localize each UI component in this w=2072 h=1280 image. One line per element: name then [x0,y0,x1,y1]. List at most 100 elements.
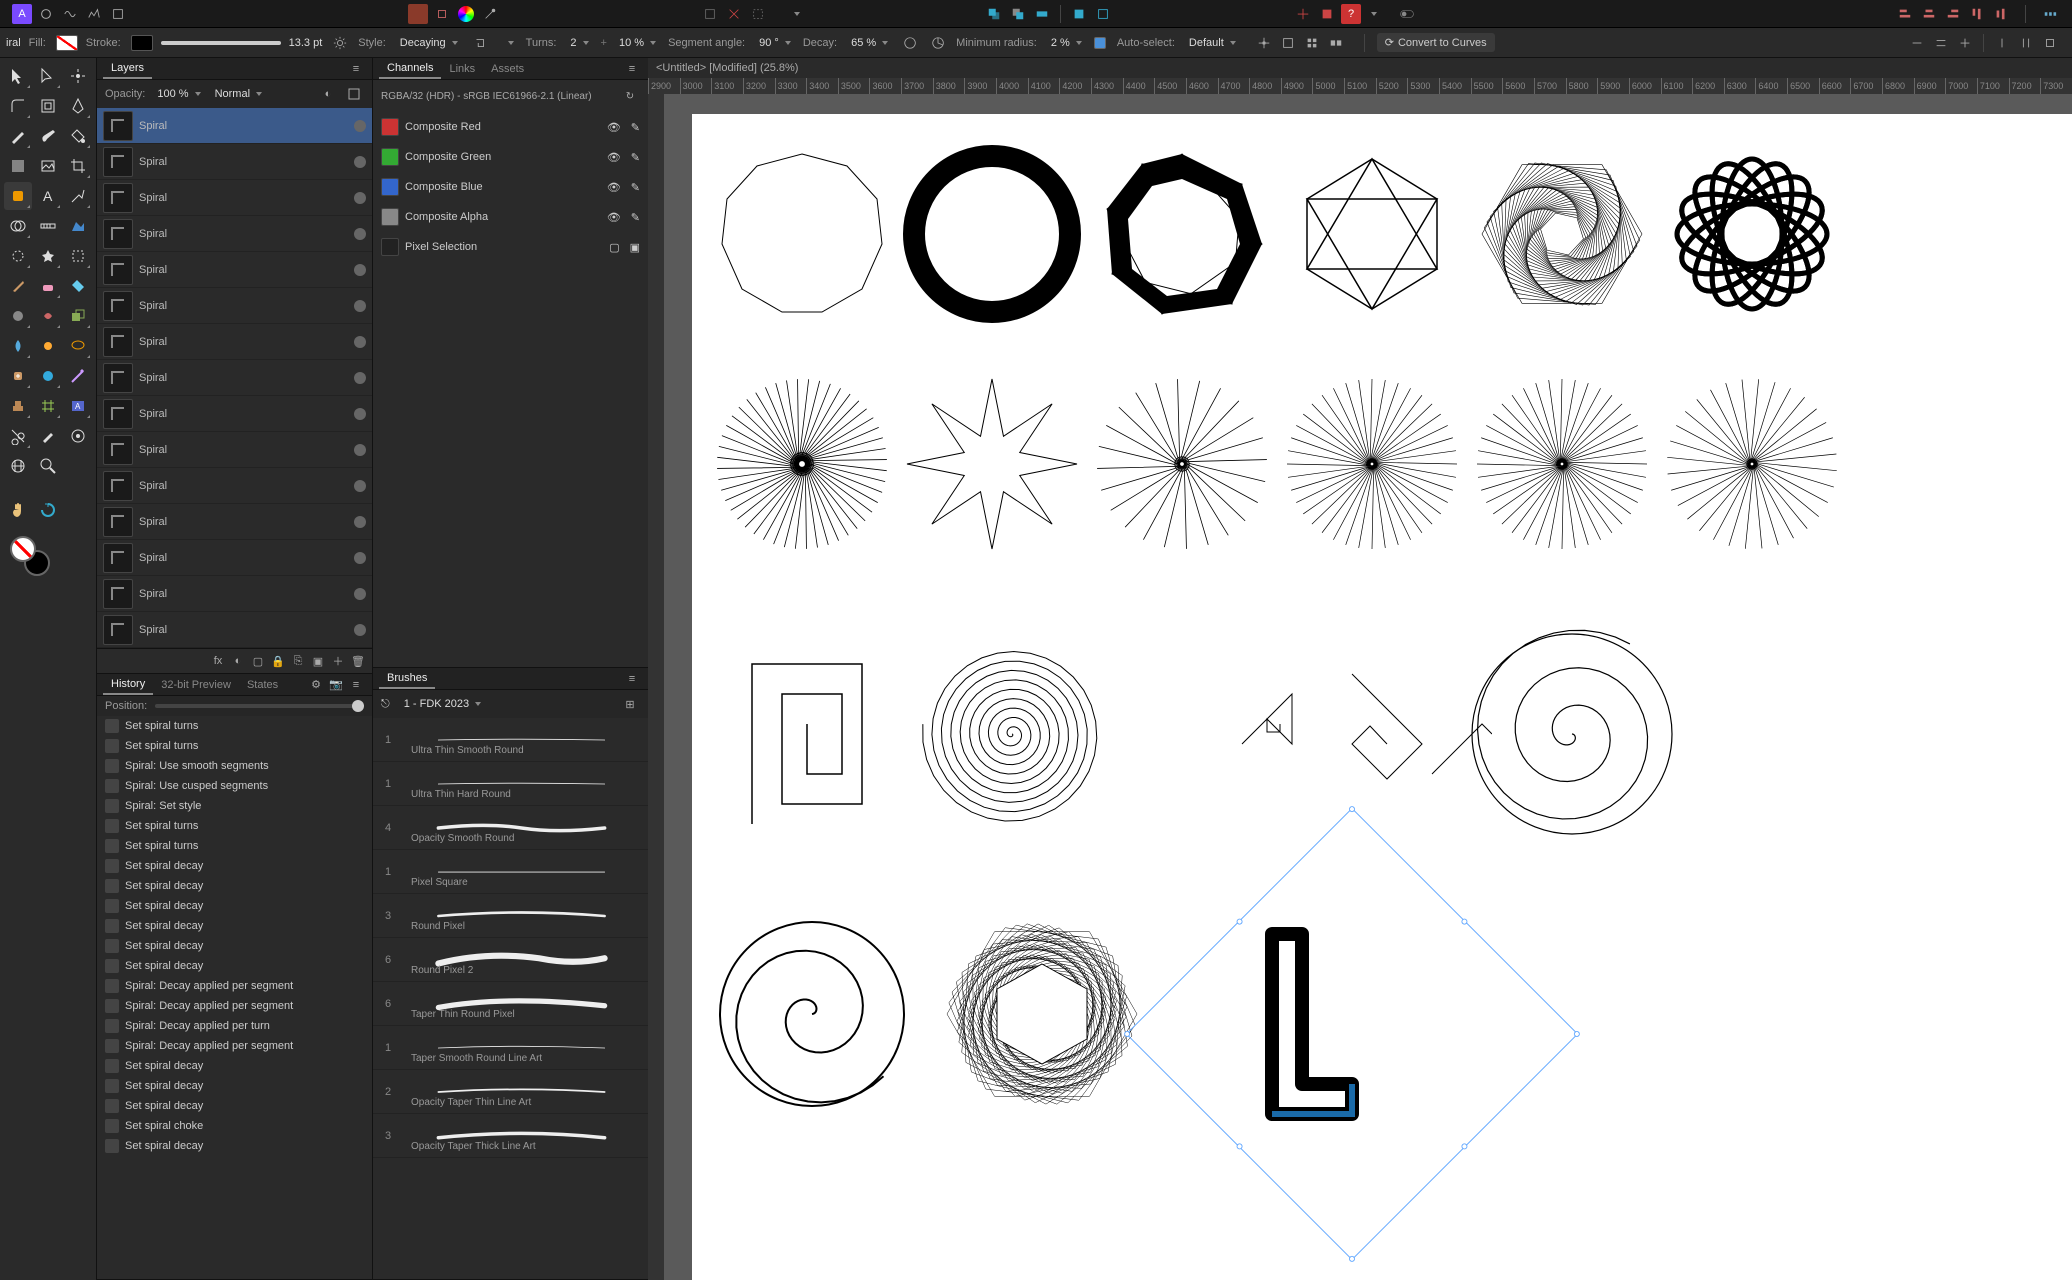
stroke-swatch[interactable] [131,35,153,51]
stroke-width[interactable]: 13.3 pt [289,37,323,49]
liquify-persona-icon[interactable] [60,4,80,24]
layer-opt-a-icon[interactable]: ◐ [318,84,338,104]
history-item[interactable]: Set spiral turns [97,736,372,756]
area-tool[interactable] [64,212,92,240]
magicwand-icon[interactable] [480,4,500,24]
history-item[interactable]: Set spiral decay [97,1056,372,1076]
guide-c-icon[interactable]: ? [1341,4,1361,24]
gear-icon[interactable] [330,33,350,53]
layer-mask-icon[interactable]: ▢ [250,653,266,669]
history-item[interactable]: Spiral: Decay applied per segment [97,996,372,1016]
turns-pct-field[interactable]: 10 % [615,35,660,51]
layer-visibility-icon[interactable] [354,156,366,168]
channel-row[interactable]: Pixel Selection▢▣ [373,232,648,262]
segment-field[interactable]: 90 ° [755,35,795,51]
crop-tool[interactable] [64,152,92,180]
layer-add-icon[interactable]: ＋ [330,653,346,669]
brush-item[interactable]: 3Opacity Taper Thick Line Art [373,1114,648,1158]
arrange-e-icon[interactable] [1093,4,1113,24]
layer-row[interactable]: Spiral [97,180,372,216]
assets-tab[interactable]: Assets [483,60,532,78]
layer-row[interactable]: Spiral [97,504,372,540]
layer-row[interactable]: Spiral [97,612,372,648]
color-selector[interactable] [10,536,50,576]
history-item[interactable]: Spiral: Use cusped segments [97,776,372,796]
history-item[interactable]: Set spiral turns [97,716,372,736]
pen-tool[interactable] [64,92,92,120]
decay-mode-a-icon[interactable] [900,33,920,53]
vector-crop-tool[interactable] [4,422,32,450]
sun-tool[interactable] [34,332,62,360]
history-slider[interactable] [155,704,364,708]
autoselect-checkbox[interactable] [1094,37,1106,49]
corner-tool[interactable] [4,92,32,120]
xform-a-icon[interactable] [1907,33,1927,53]
layer-visibility-icon[interactable] [354,624,366,636]
healing-tool[interactable] [4,362,32,390]
decay-field[interactable]: 65 % [847,35,892,51]
zoom-tool[interactable] [34,452,62,480]
layer-row[interactable]: Spiral [97,108,372,144]
mesh-tool[interactable] [34,392,62,420]
history-item[interactable]: Spiral: Decay applied per segment [97,1036,372,1056]
layer-visibility-icon[interactable] [354,228,366,240]
logo-icon[interactable]: A [12,4,32,24]
states-tab[interactable]: States [239,676,286,694]
layers-tab[interactable]: Layers [103,59,152,79]
layer-visibility-icon[interactable] [354,408,366,420]
document-tab[interactable]: <Untitled> [Modified] (25.8%) [648,58,2072,78]
cycle-box-icon[interactable] [1326,33,1346,53]
channel-visible-icon[interactable]: 👁 [607,151,621,164]
fill-tool[interactable] [64,122,92,150]
channel-opt-b-icon[interactable]: ▣ [630,241,640,254]
history-save-icon[interactable]: 📷 [326,675,346,695]
channel-visible-icon[interactable]: 👁 [607,181,621,194]
selection-b-icon[interactable] [724,4,744,24]
layer-delete-icon[interactable]: 🗑 [350,653,366,669]
node-tool[interactable] [34,62,62,90]
history-item[interactable]: Set spiral decay [97,956,372,976]
erase-brush-tool[interactable] [34,272,62,300]
style-dropdown[interactable]: Decaying [396,35,462,51]
selection-c-icon[interactable] [748,4,768,24]
doc-dropdown-icon[interactable] [784,4,804,24]
shapebuilder-tool[interactable] [4,212,32,240]
layer-visibility-icon[interactable] [354,372,366,384]
xform-b-icon[interactable] [1931,33,1951,53]
pencil-tool[interactable] [4,122,32,150]
stamp-tool[interactable] [4,392,32,420]
colour-picker-tool[interactable] [34,422,62,450]
blur-tool[interactable] [4,332,32,360]
layer-group-icon[interactable]: ▣ [310,653,326,669]
layer-visibility-icon[interactable] [354,444,366,456]
channels-tab[interactable]: Channels [379,59,441,79]
align-l-icon[interactable] [1895,4,1915,24]
history-item[interactable]: Set spiral choke [97,1116,372,1136]
place-image-tool[interactable] [34,152,62,180]
show-align-icon[interactable] [1278,33,1298,53]
xform-d-icon[interactable] [1992,33,2012,53]
layer-row[interactable]: Spiral [97,360,372,396]
move-tool[interactable] [4,62,32,90]
channel-visible-icon[interactable]: 👁 [607,211,621,224]
layer-visibility-icon[interactable] [354,516,366,528]
channels-menu-icon[interactable]: ≡ [622,59,642,79]
layer-visibility-icon[interactable] [354,192,366,204]
layer-fx-icon[interactable]: fx [210,653,226,669]
brushes-tab[interactable]: Brushes [379,669,435,689]
preview-tab[interactable]: 32-bit Preview [153,676,239,694]
layer-visibility-icon[interactable] [354,552,366,564]
layer-visibility-icon[interactable] [354,336,366,348]
history-item[interactable]: Set spiral decay [97,896,372,916]
brush-category-dropdown[interactable]: 1 - FDK 2023 [400,696,614,712]
view-tool[interactable] [4,452,32,480]
layer-row[interactable]: Spiral [97,144,372,180]
crop-mode-icon[interactable] [432,4,452,24]
arrange-a-icon[interactable] [984,4,1004,24]
layer-opt-b-icon[interactable] [344,84,364,104]
guide-b-icon[interactable] [1317,4,1337,24]
brush-item[interactable]: 4Opacity Smooth Round [373,806,648,850]
pan-tool[interactable] [4,496,32,524]
hide-sel-icon[interactable] [1302,33,1322,53]
channel-visible-icon[interactable]: 👁 [607,121,621,134]
